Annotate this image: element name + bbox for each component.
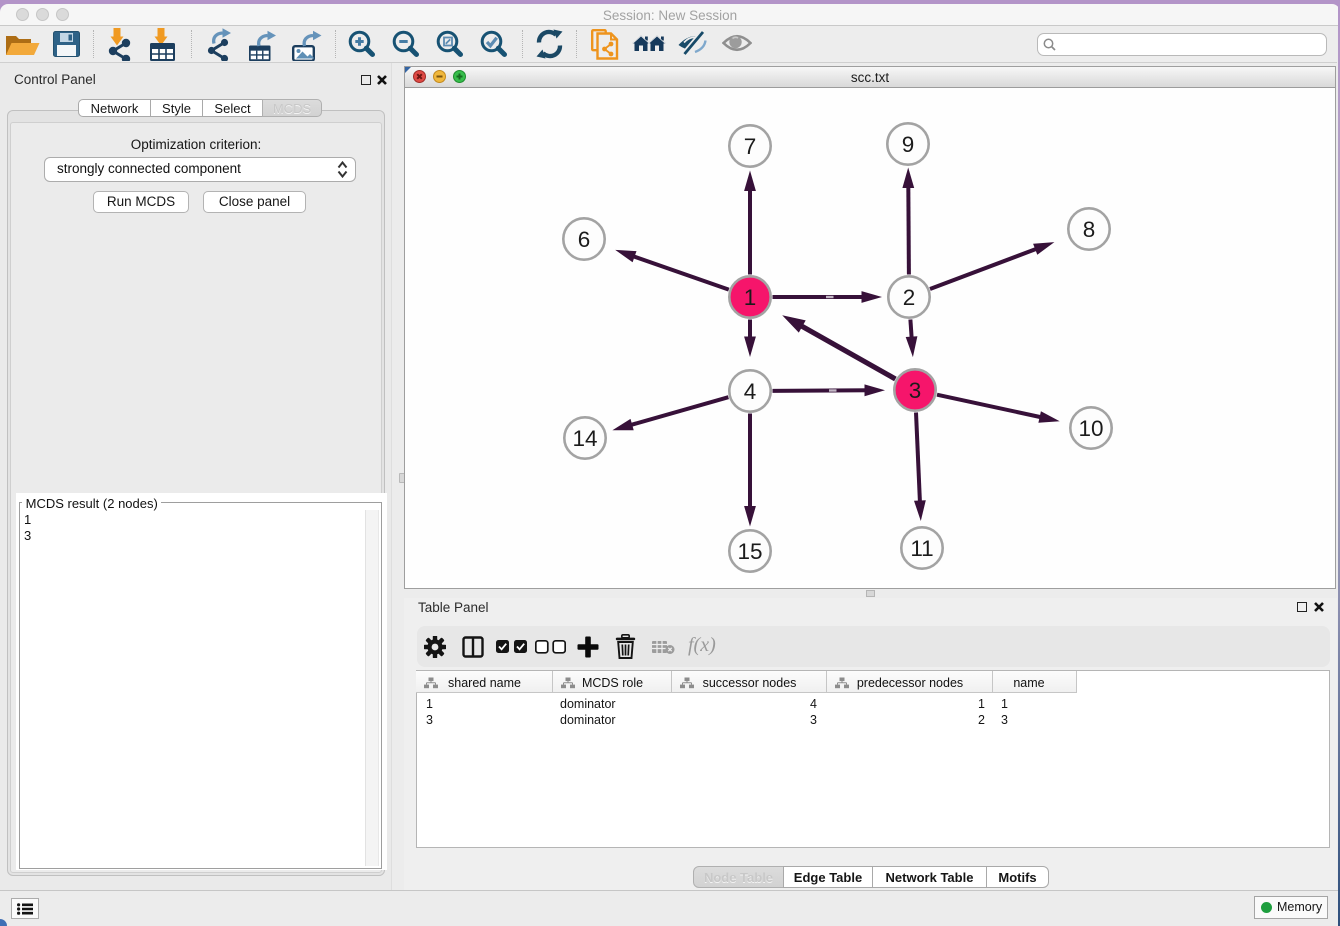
svg-text:7: 7 xyxy=(744,134,757,159)
svg-text:8: 8 xyxy=(1083,217,1096,242)
svg-text:4: 4 xyxy=(744,379,757,404)
svg-text:6: 6 xyxy=(578,227,591,252)
svg-text:10: 10 xyxy=(1078,416,1103,441)
svg-text:11: 11 xyxy=(910,536,933,561)
svg-text:9: 9 xyxy=(902,132,915,157)
svg-text:15: 15 xyxy=(737,539,762,564)
svg-text:14: 14 xyxy=(572,426,597,451)
svg-text:1: 1 xyxy=(744,285,757,310)
svg-text:2: 2 xyxy=(903,285,916,310)
svg-text:3: 3 xyxy=(909,378,922,403)
